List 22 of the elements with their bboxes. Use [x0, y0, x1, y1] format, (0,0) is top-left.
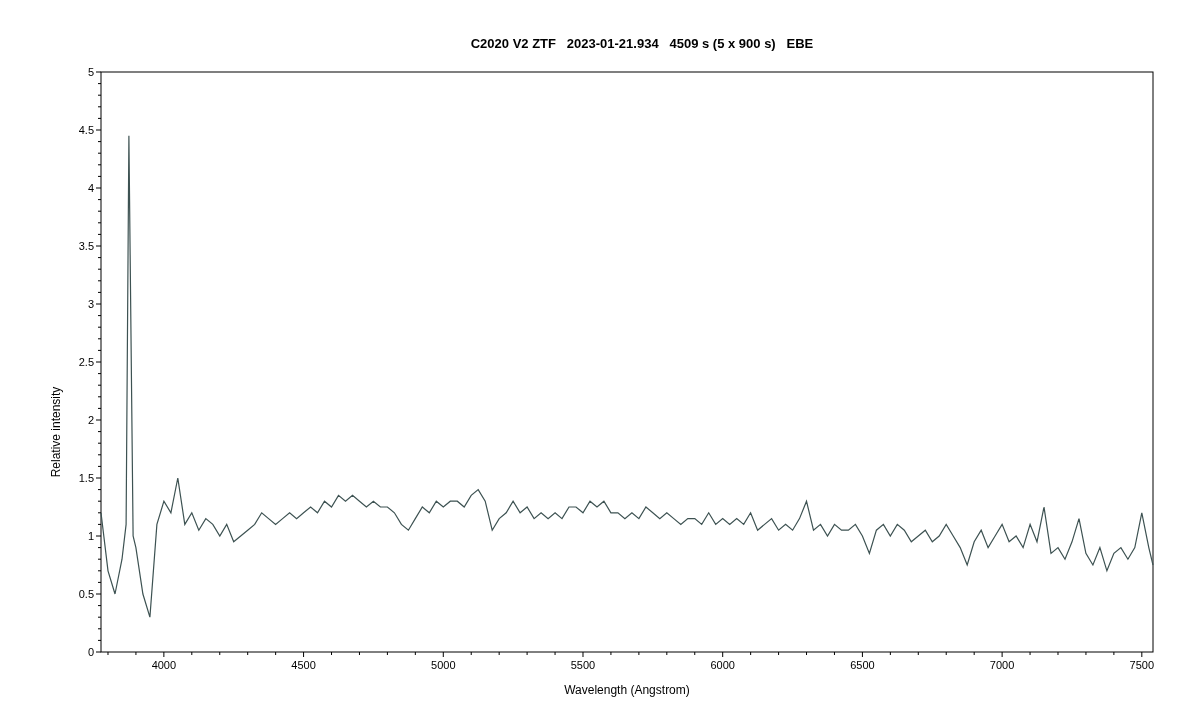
tick-label: 2	[87, 414, 94, 426]
tick-label: 7000	[989, 659, 1015, 671]
tick-label: 3.5	[78, 240, 94, 252]
tick-label: 5500	[570, 659, 596, 671]
tick-label: 4500	[291, 659, 316, 671]
tick-label: 5000	[431, 659, 456, 671]
chart-title: C2020 V2 ZTF 2023-01-21.934 4509 s (5 x 900 s) EBE	[470, 36, 814, 51]
tick-label: 1	[87, 530, 94, 542]
tick-label: 4	[87, 182, 94, 194]
tick-label: 3	[87, 298, 94, 310]
tick-label: 0	[87, 646, 94, 658]
tick-label: 7500	[1129, 659, 1155, 671]
tick-label: 1.5	[78, 472, 94, 484]
tick-label: 4.5	[78, 124, 94, 136]
tick-label: 2.5	[78, 356, 94, 368]
tick-label: 0.5	[78, 588, 94, 600]
axis-title: Relative intensity	[49, 386, 63, 478]
tick-label: 5	[87, 66, 94, 78]
tick-label: 6000	[710, 659, 735, 671]
tick-label: 4000	[151, 659, 177, 671]
tick-label: 6500	[850, 659, 875, 671]
axis-title: Wavelength (Angstrom)	[564, 683, 690, 697]
